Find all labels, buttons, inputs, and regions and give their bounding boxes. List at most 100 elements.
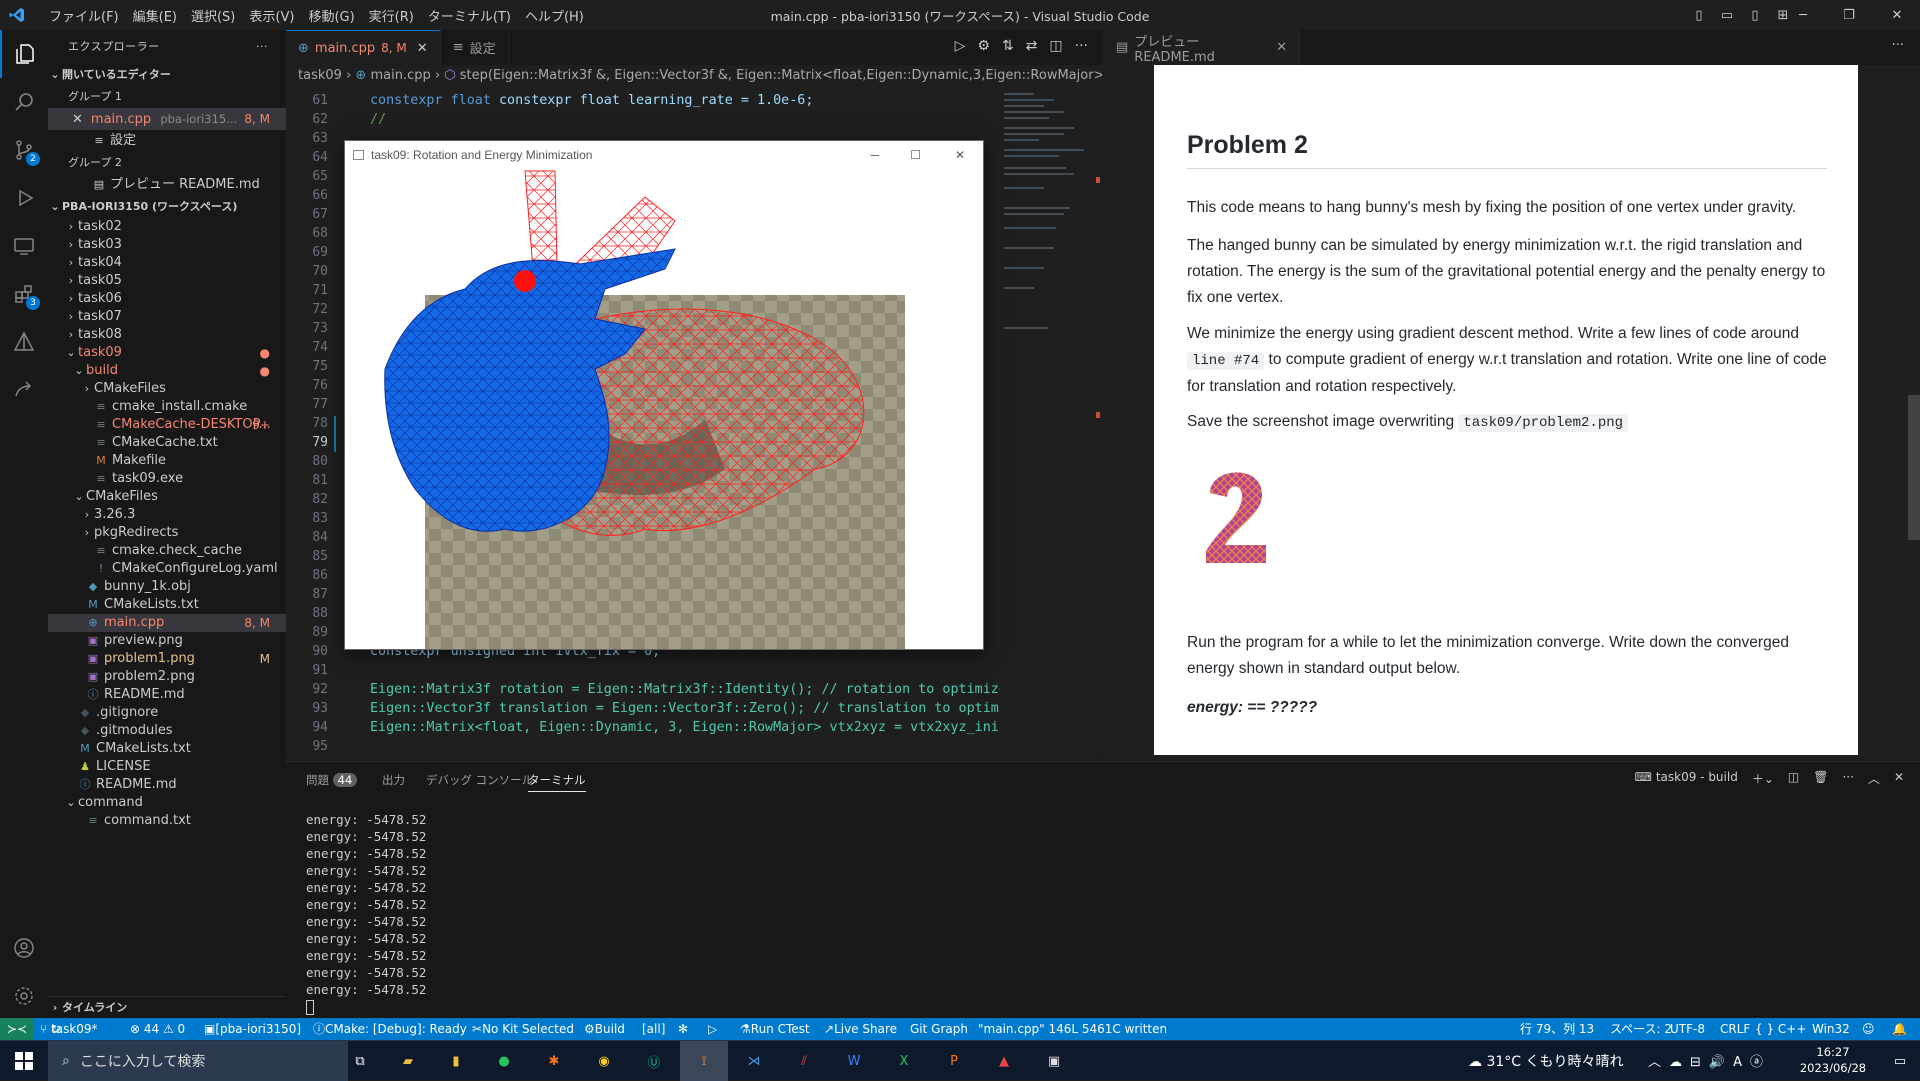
status-platform[interactable]: Win32 [1812, 1018, 1850, 1040]
status-language[interactable]: { } C++ [1755, 1018, 1806, 1040]
tree-item[interactable]: › task02 [48, 218, 286, 236]
app-minimize-icon[interactable]: ─ [870, 141, 879, 169]
menu-run[interactable]: 実行(R) [362, 6, 421, 25]
breadcrumb-symbol[interactable]: step(Eigen::Matrix3f &, Eigen::Vector3f … [460, 68, 1102, 83]
tree-item[interactable]: ≡ cmake_install.cmake [48, 398, 286, 416]
line-app-icon[interactable]: ● [480, 1041, 528, 1081]
open-editors-section[interactable]: ⌄ 開いているエディター [48, 64, 286, 86]
code-line-92[interactable]: Eigen::Matrix3f rotation = Eigen::Matrix… [370, 682, 1007, 697]
status-eol[interactable]: CRLF [1720, 1018, 1750, 1040]
status-live-share[interactable]: ↗ Live Share [824, 1018, 897, 1040]
breadcrumb-file[interactable]: main.cpp [370, 68, 430, 83]
remote-explorer-icon[interactable] [0, 222, 48, 270]
restore-icon[interactable]: ❐ [1826, 0, 1872, 30]
tree-item[interactable]: ≡ cmake.check_cache [48, 542, 286, 560]
mathworks-icon[interactable]: ▲ [980, 1041, 1028, 1081]
powerpoint-icon[interactable]: P [930, 1041, 978, 1081]
task09-app-taskbar-icon[interactable]: ⟟ [680, 1041, 728, 1081]
timeline-section[interactable]: › タイムライン [48, 996, 286, 1018]
tab-output[interactable]: 出力 [382, 772, 405, 788]
tree-item[interactable]: ⓘ README.md [48, 776, 286, 794]
split-terminal-icon[interactable]: ◫ [1788, 770, 1799, 787]
status-branch[interactable]: ⑂ task09* ↻ [40, 1018, 98, 1040]
code-line-62[interactable]: // [370, 112, 386, 127]
taskbar-clock[interactable]: 16:27 2023/06/28 [1788, 1044, 1878, 1076]
status-cursor-position[interactable]: 行 79、列 13 [1520, 1018, 1594, 1040]
status-problems[interactable]: ⊗ 44 ⚠ 0 [130, 1018, 185, 1040]
settings-gear-icon[interactable] [0, 972, 48, 1020]
tree-item[interactable]: M CMakeLists.txt [48, 740, 286, 758]
tree-item[interactable]: ≡ task09.exe [48, 470, 286, 488]
tab-main-cpp[interactable]: ⊕ main.cpp 8, M ✕ [286, 30, 441, 65]
tab-terminal[interactable]: ターミナル [528, 772, 586, 792]
weather-widget[interactable]: ☁ 31°C くもり時々晴れ [1468, 1051, 1624, 1071]
app-close-icon[interactable]: ✕ [955, 141, 965, 169]
tab-debug-console[interactable]: デバッグ コンソール [426, 772, 533, 788]
file-explorer-icon[interactable]: ▰ [384, 1041, 432, 1081]
vscode-taskbar-icon[interactable]: ⋊ [730, 1041, 778, 1081]
taskbar-search-box[interactable]: ⌕ ここに入力して検索 [48, 1041, 348, 1081]
tree-item[interactable]: ⌄ build ● [48, 362, 286, 380]
status-git-graph[interactable]: Git Graph [910, 1018, 968, 1040]
status-ctest[interactable]: ⚗ Run CTest [740, 1018, 810, 1040]
tree-item[interactable]: ◆ .gitignore [48, 704, 286, 722]
tree-item[interactable]: ▣ problem1.png M [48, 650, 286, 668]
more-actions-icon[interactable]: ··· [256, 30, 268, 64]
tree-item[interactable]: ◆ .gitmodules [48, 722, 286, 740]
word-icon[interactable]: W [830, 1041, 878, 1081]
status-build[interactable]: ⚙ Build [584, 1018, 625, 1040]
system-tray[interactable]: ︿☁⊟🔊Aⓐ [1648, 1051, 1771, 1070]
app-maximize-icon[interactable]: ☐ [910, 141, 921, 169]
app-window-titlebar[interactable]: task09: Rotation and Energy Minimization… [345, 141, 983, 169]
account-icon[interactable] [0, 924, 48, 972]
app-u-icon[interactable]: Ⓤ [630, 1041, 678, 1081]
excel-icon[interactable]: X [880, 1041, 928, 1081]
notification-center-icon[interactable]: ▭ [1880, 1041, 1920, 1081]
tree-item[interactable]: › pkgRedirects [48, 524, 286, 542]
terminal-instance[interactable]: ⌨ task09 - build [1635, 770, 1738, 787]
status-run-icon[interactable]: ▷ [708, 1018, 717, 1040]
minimap[interactable] [1000, 87, 1100, 755]
run-icon[interactable]: ▷ [955, 38, 966, 54]
gear-icon[interactable]: ⚙ [977, 38, 990, 54]
menu-terminal[interactable]: ターミナル(T) [421, 6, 518, 25]
maximize-panel-icon[interactable]: ︿ [1868, 770, 1880, 787]
close-tab-icon[interactable]: ✕ [417, 41, 428, 56]
tree-item[interactable]: ≡ command.txt [48, 812, 286, 830]
more-actions-icon[interactable]: ··· [1075, 38, 1088, 54]
explorer-icon[interactable] [0, 30, 48, 78]
tree-item[interactable]: › task06 [48, 290, 286, 308]
run-debug-icon[interactable] [0, 174, 48, 222]
open-editor-settings[interactable]: ≡ 設定 [48, 130, 286, 152]
status-cmake[interactable]: ⓘ CMake: [Debug]: Ready [313, 1018, 467, 1040]
close-icon[interactable]: ✕ [72, 112, 83, 127]
menu-view[interactable]: 表示(V) [242, 6, 301, 25]
search-icon[interactable] [0, 78, 48, 126]
status-encoding[interactable]: UTF-8 [1670, 1018, 1705, 1040]
menu-edit[interactable]: 編集(E) [126, 6, 184, 25]
tree-item[interactable]: › task03 [48, 236, 286, 254]
tree-item[interactable]: › task05 [48, 272, 286, 290]
tree-item[interactable]: ◆ bunny_1k.obj [48, 578, 286, 596]
sticky-notes-icon[interactable]: ▮ [432, 1041, 480, 1081]
tree-item[interactable]: › task08 [48, 326, 286, 344]
close-panel-icon[interactable]: ✕ [1894, 770, 1904, 787]
code-line-61[interactable]: constexpr float constexpr float learning… [370, 93, 813, 108]
tree-item[interactable]: › CMakeFiles [48, 380, 286, 398]
open-editor-preview-readme[interactable]: ▤ プレビュー README.md [48, 174, 286, 196]
tree-item[interactable]: ≡ CMakeCache-DESKTOP... 9+ [48, 416, 286, 434]
feedback-icon[interactable]: ☺ [1862, 1018, 1875, 1040]
open-editor-main-cpp[interactable]: ✕ main.cpp pba-iori315... 8, M [48, 108, 286, 130]
terminal-app-icon[interactable]: ▣ [1030, 1041, 1078, 1081]
status-indentation[interactable]: スペース: 2 [1610, 1018, 1672, 1040]
git-tool-icon[interactable]: ⫽ [780, 1041, 828, 1081]
tree-item[interactable]: ⌄ command [48, 794, 286, 812]
status-workspace[interactable]: ▣ [pba-iori3150] [204, 1018, 301, 1040]
extensions-icon[interactable]: 3 [0, 270, 48, 318]
status-debug-icon[interactable]: ✻ [678, 1018, 688, 1040]
opengl-app-window[interactable]: task09: Rotation and Energy Minimization… [344, 140, 984, 659]
tree-item[interactable]: › task07 [48, 308, 286, 326]
tab-settings[interactable]: ≡ 設定 [441, 30, 509, 65]
tree-item[interactable]: ▣ problem2.png [48, 668, 286, 686]
menu-go[interactable]: 移動(G) [301, 6, 361, 25]
